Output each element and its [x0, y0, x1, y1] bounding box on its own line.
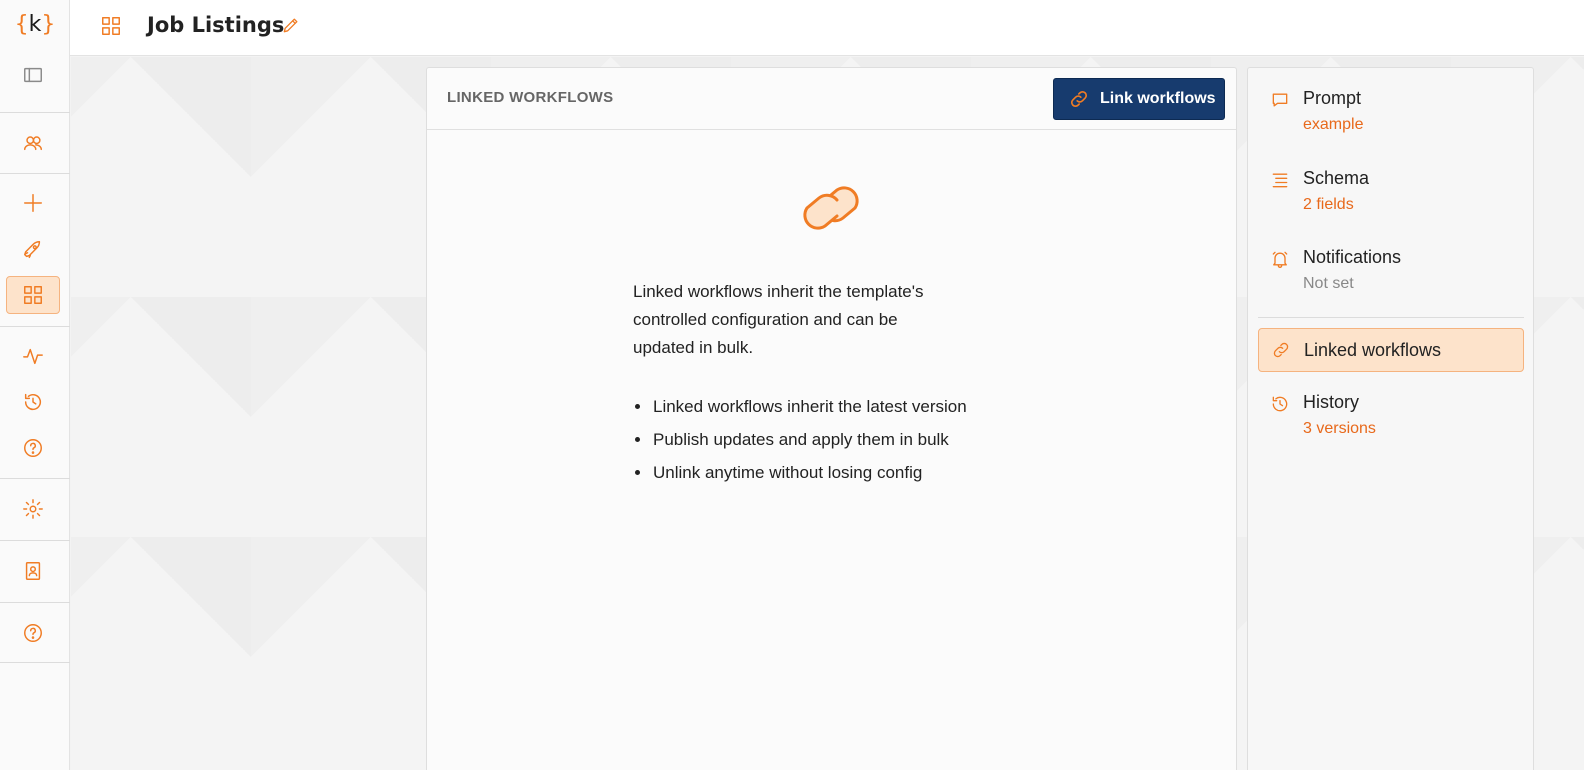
rail-divider [0, 662, 70, 663]
panel-description: Linked workflows inherit the template's … [633, 282, 924, 357]
logo-brace-left: { [14, 12, 29, 37]
link-icon [1271, 340, 1291, 364]
history-icon [1270, 394, 1290, 418]
bell-icon [1270, 249, 1290, 273]
pencil-icon [283, 18, 298, 33]
contact-card-icon [25, 562, 41, 580]
rail-add-button[interactable] [6, 184, 60, 222]
side-item-history[interactable]: History 3 versions [1258, 392, 1524, 448]
side-item-linked-workflows[interactable]: Linked workflows [1258, 328, 1524, 372]
logo-letter: k [28, 12, 42, 37]
side-item-label: Prompt [1303, 88, 1362, 108]
side-item-label: Schema [1303, 168, 1370, 188]
side-item-sub: Not set [1303, 275, 1354, 292]
side-divider [1258, 317, 1524, 318]
side-item-sub: example [1303, 116, 1364, 133]
activity-icon [23, 348, 43, 365]
chat-icon [1270, 90, 1290, 114]
side-item-label: History [1303, 392, 1360, 412]
rail-divider [0, 602, 70, 603]
rail-divider [0, 478, 70, 479]
gear-icon [23, 499, 43, 519]
side-item-schema[interactable]: Schema 2 fields [1258, 168, 1524, 224]
side-item-label: Linked workflows [1304, 340, 1442, 360]
history-icon [24, 393, 41, 411]
link-icon [1070, 90, 1088, 108]
rocket-icon [24, 241, 41, 259]
template-sections-panel: Prompt example Schema 2 fields Notificat… [1247, 67, 1534, 770]
list-item: Linked workflows inherit the latest vers… [635, 390, 967, 423]
rail-settings-button[interactable] [6, 490, 60, 528]
rail-history-button[interactable] [6, 383, 60, 421]
panel-title: LINKED WORKFLOWS [447, 89, 614, 106]
rail-divider [0, 326, 70, 327]
linked-workflows-panel: LINKED WORKFLOWS Link workflows Linked w… [426, 67, 1237, 770]
template-icon [100, 15, 122, 41]
help-icon [24, 439, 42, 457]
help-icon [24, 624, 42, 642]
grid-icon [102, 17, 120, 35]
panel-header: LINKED WORKFLOWS Link workflows [427, 68, 1236, 130]
list-item: Publish updates and apply them in bulk [635, 423, 967, 456]
schema-icon [1270, 170, 1290, 194]
rail-templates-button[interactable] [6, 276, 60, 314]
benefit-list: Linked workflows inherit the latest vers… [635, 390, 967, 489]
toggle-sidebar-button[interactable] [6, 56, 60, 94]
app-logo[interactable]: {k} [0, 10, 70, 40]
logo-brace-right: } [41, 12, 56, 37]
rail-divider [0, 540, 70, 541]
side-item-sub: 2 fields [1303, 196, 1354, 213]
edit-title-button[interactable] [281, 15, 301, 39]
link-illustration-icon [803, 186, 859, 230]
rail-activity-button[interactable] [6, 337, 60, 375]
link-workflows-button[interactable]: Link workflows [1053, 78, 1225, 120]
sidebar-toggle-icon [24, 67, 42, 83]
list-item: Unlink anytime without losing config [635, 456, 967, 489]
rail-help-button[interactable] [6, 429, 60, 467]
rail-divider [0, 173, 70, 174]
grid-icon [24, 286, 42, 304]
rail-divider [0, 112, 70, 113]
rail-support-button[interactable] [6, 614, 60, 652]
side-item-prompt[interactable]: Prompt example [1258, 88, 1524, 144]
top-bar: Job Listings [70, 0, 1584, 56]
side-item-sub: 3 versions [1303, 420, 1376, 437]
link-workflows-label: Link workflows [1100, 90, 1216, 107]
rail-users-button[interactable] [6, 124, 60, 162]
side-item-notifications[interactable]: Notifications Not set [1258, 247, 1524, 303]
users-icon [24, 136, 42, 151]
page-title: Job Listings [147, 13, 285, 37]
rail-launch-button[interactable] [6, 231, 60, 269]
rail-contacts-button[interactable] [6, 552, 60, 590]
plus-icon [24, 194, 42, 212]
left-rail: {k} [0, 0, 70, 770]
side-item-label: Notifications [1303, 247, 1402, 267]
